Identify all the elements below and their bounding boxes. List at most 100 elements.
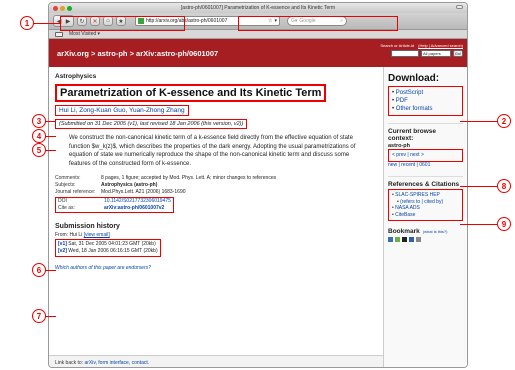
references-title: References & Citations [388,176,463,188]
help-link[interactable]: (Help | Advanced search) [418,43,463,48]
callout-2: 2 [497,114,511,128]
show-all-bookmarks-icon[interactable] [55,31,63,37]
sidebar: Download: PostScript PDF Other formats C… [383,67,467,367]
callout-8: 8 [497,179,511,193]
pdf-link[interactable]: PDF [396,98,408,104]
doi-link[interactable]: 10.1142/S0217732306019475 [104,198,171,205]
bookmark-help-link[interactable]: (what is this?) [423,229,448,234]
search-scope-select[interactable]: All papers [421,50,451,57]
footer: Link back to: arXiv, form interface, con… [49,355,385,367]
version-row: [v2] Wed, 18 Jan 2006 06:16:15 GMT (20kb… [58,248,158,255]
author-list[interactable]: Hui Li, Zong-Kuan Guo, Yuan-Zhong Zhang [55,105,189,116]
references-box: SLAC-SPIRES HEP (refers to | cited by) N… [388,189,463,221]
version-link[interactable]: [v2] [58,248,67,254]
history-from-label: From: Hui Li [55,232,83,238]
bookmarks-bar: Most Visited ▾ [49,30,467,39]
submission-dates: (Submitted on 31 Dec 2005 (v1), last rev… [55,119,248,129]
nav-highlight-box [60,16,185,31]
metadata-table: Comments: 8 pages, 1 figure; accepted by… [55,175,379,214]
callout-1: 1 [20,16,34,30]
view-email-link[interactable]: [view email] [84,232,110,238]
subject-heading: Astrophysics [55,73,97,80]
journal-value: Mod.Phys.Lett. A21 (2006) 1683-1690 [101,189,186,195]
version-row: [v1] Sat, 31 Dec 2005 04:01:23 GMT (20kb… [58,241,158,248]
callout-leader [460,121,498,122]
download-item[interactable]: Other formats [392,105,459,113]
version-list: [v1] Sat, 31 Dec 2005 04:01:23 GMT (20kb… [55,239,161,257]
comments-value: 8 pages, 1 figure; accepted by Mod. Phys… [101,175,277,181]
prev-next-links[interactable]: < prev | next > [392,152,459,159]
breadcrumb[interactable]: arXiv.org > astro-ph > arXiv:astro-ph/06… [57,49,218,58]
digg-icon[interactable] [416,237,421,242]
abstract-page: Astrophysics Parametrization of K-essenc… [49,67,385,367]
download-title: Download: [388,73,440,84]
callout-leader [32,23,60,24]
history-title: Submission history [55,223,120,230]
callout-4: 4 [32,129,46,143]
browser-window: [astro-ph/0601007] Parametrization of K-… [48,2,468,368]
callout-5: 5 [32,143,46,157]
window-title: [astro-ph/0601007] Parametrization of K-… [180,5,336,11]
context-title: Current browse context: [388,123,463,142]
article-search-input[interactable] [391,50,419,57]
callout-leader [460,186,498,187]
references-list: SLAC-SPIRES HEP (refers to | cited by) N… [392,192,459,218]
reference-item[interactable]: CiteBase [392,212,459,219]
identifier-box: DOI 10.1142/S0217732306019475 Cite as: a… [55,197,174,213]
paper-title: Parametrization of K-essence and Its Kin… [55,84,327,102]
download-item[interactable]: PostScript [392,89,459,97]
search-controls: All papers Go! [391,50,463,57]
social-bookmark-icons [388,237,463,242]
callout-9: 9 [497,217,511,231]
most-visited-menu[interactable]: Most Visited ▾ [69,31,100,37]
callout-7: 7 [32,309,46,323]
abstract-text: We construct the non-canonical kinetic t… [69,135,356,167]
other-formats-link[interactable]: Other formats [396,106,433,112]
nasa-ads-link[interactable]: NASA ADS [395,205,420,211]
citeulike-icon[interactable] [388,237,393,242]
context-nav-box: < prev | next > [388,149,463,162]
toolbar-toggle-button[interactable] [456,5,463,9]
subjects-key: Subjects: [55,182,76,188]
citebase-link[interactable]: CiteBase [395,212,415,218]
postscript-link[interactable]: PostScript [396,90,423,96]
cite-row: Cite as: arXiv:astro-ph/0601007v2 [58,205,171,212]
delicious-icon[interactable] [409,237,414,242]
subjects-value: Astrophysics (astro-ph) [101,182,158,188]
bibsonomy-icon[interactable] [402,237,407,242]
endorsers-link[interactable]: Which authors of this paper are endorser… [55,265,379,271]
callout-6: 6 [32,263,46,277]
footer-links[interactable]: arXiv, form interface, contact. [84,360,149,366]
arxiv-header: arXiv.org > astro-ph > arXiv:astro-ph/06… [49,39,467,67]
cite-key: Cite as: [58,205,75,211]
header-search: Search or Article-id (Help | Advanced se… [380,43,463,57]
callout-3: 3 [32,114,46,128]
connotea-icon[interactable] [395,237,400,242]
download-list: PostScript PDF Other formats [392,89,459,113]
version-link[interactable]: [v1] [58,241,67,247]
download-item[interactable]: PDF [392,97,459,105]
download-box: PostScript PDF Other formats [388,86,463,116]
header-links: Search or Article-id (Help | Advanced se… [380,43,463,48]
subjects-row: Subjects: Astrophysics (astro-ph) [55,182,379,189]
title-bar: [astro-ph/0601007] Parametrization of K-… [49,3,467,13]
search-label: Search or Article-id [380,43,415,48]
doi-row: DOI 10.1142/S0217732306019475 [58,198,171,205]
history-from: From: Hui Li [view email] [55,232,379,238]
version-date: Sat, 31 Dec 2005 04:01:23 GMT (20kb) [68,241,156,247]
journal-row: Journal reference: Mod.Phys.Lett. A21 (2… [55,189,379,196]
version-date: Wed, 18 Jan 2006 06:16:15 GMT (20kb) [68,248,158,254]
url-highlight-box [238,16,398,31]
go-button[interactable]: Go! [453,50,463,57]
footer-prefix: Link back to: [55,360,84,366]
doi-key: DOI [58,198,67,204]
comments-row: Comments: 8 pages, 1 figure; accepted by… [55,175,379,182]
slac-spires-link[interactable]: SLAC-SPIRES HEP [395,192,440,198]
callout-leader [460,224,498,225]
cite-link[interactable]: arXiv:astro-ph/0601007v2 [104,205,164,212]
new-recent-links[interactable]: new | recent | 0601 [388,162,463,169]
bookmark-section: Bookmark (what is this?) [388,228,463,235]
journal-key: Journal reference: [55,189,96,195]
comments-key: Comments: [55,175,81,181]
bookmark-title: Bookmark [388,228,420,235]
